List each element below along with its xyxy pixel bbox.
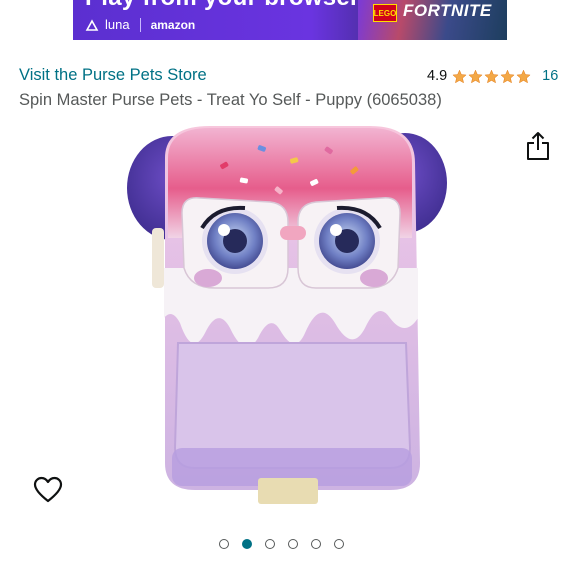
product-image[interactable] (120, 118, 460, 518)
ad-brand-amazon: amazon (150, 17, 196, 32)
store-link[interactable]: Visit the Purse Pets Store (19, 66, 207, 85)
lego-logo: LEGO (373, 4, 397, 22)
image-carousel-indicator (219, 539, 344, 549)
ad-brand-luna: luna (105, 17, 130, 32)
carousel-dot[interactable] (288, 539, 298, 549)
star-icon (516, 69, 531, 83)
ad-banner[interactable]: Play from your browser luna amazon LEGO … (73, 0, 507, 40)
carousel-dot[interactable] (311, 539, 321, 549)
ad-headline: Play from your browser (85, 0, 360, 12)
star-icon (452, 69, 467, 83)
luna-logo-icon (85, 18, 99, 31)
carousel-dot[interactable] (334, 539, 344, 549)
carousel-dot[interactable] (265, 539, 275, 549)
ad-brand-row: luna amazon (85, 17, 195, 32)
rating-count: 16 (542, 68, 559, 84)
heart-icon[interactable] (33, 476, 63, 504)
rating-summary[interactable]: 4.9 16 (427, 68, 558, 84)
star-icon (500, 69, 515, 83)
carousel-dot[interactable] (219, 539, 229, 549)
ad-brand-divider (139, 17, 141, 32)
fortnite-logo: FORTNITE (403, 1, 492, 20)
share-icon[interactable] (526, 131, 550, 161)
product-title: Spin Master Purse Pets - Treat Yo Self -… (19, 91, 442, 109)
rating-value: 4.9 (427, 68, 448, 84)
carousel-dot-active[interactable] (242, 539, 252, 549)
star-rating (452, 69, 531, 84)
star-icon (484, 69, 499, 83)
star-icon (468, 69, 483, 83)
